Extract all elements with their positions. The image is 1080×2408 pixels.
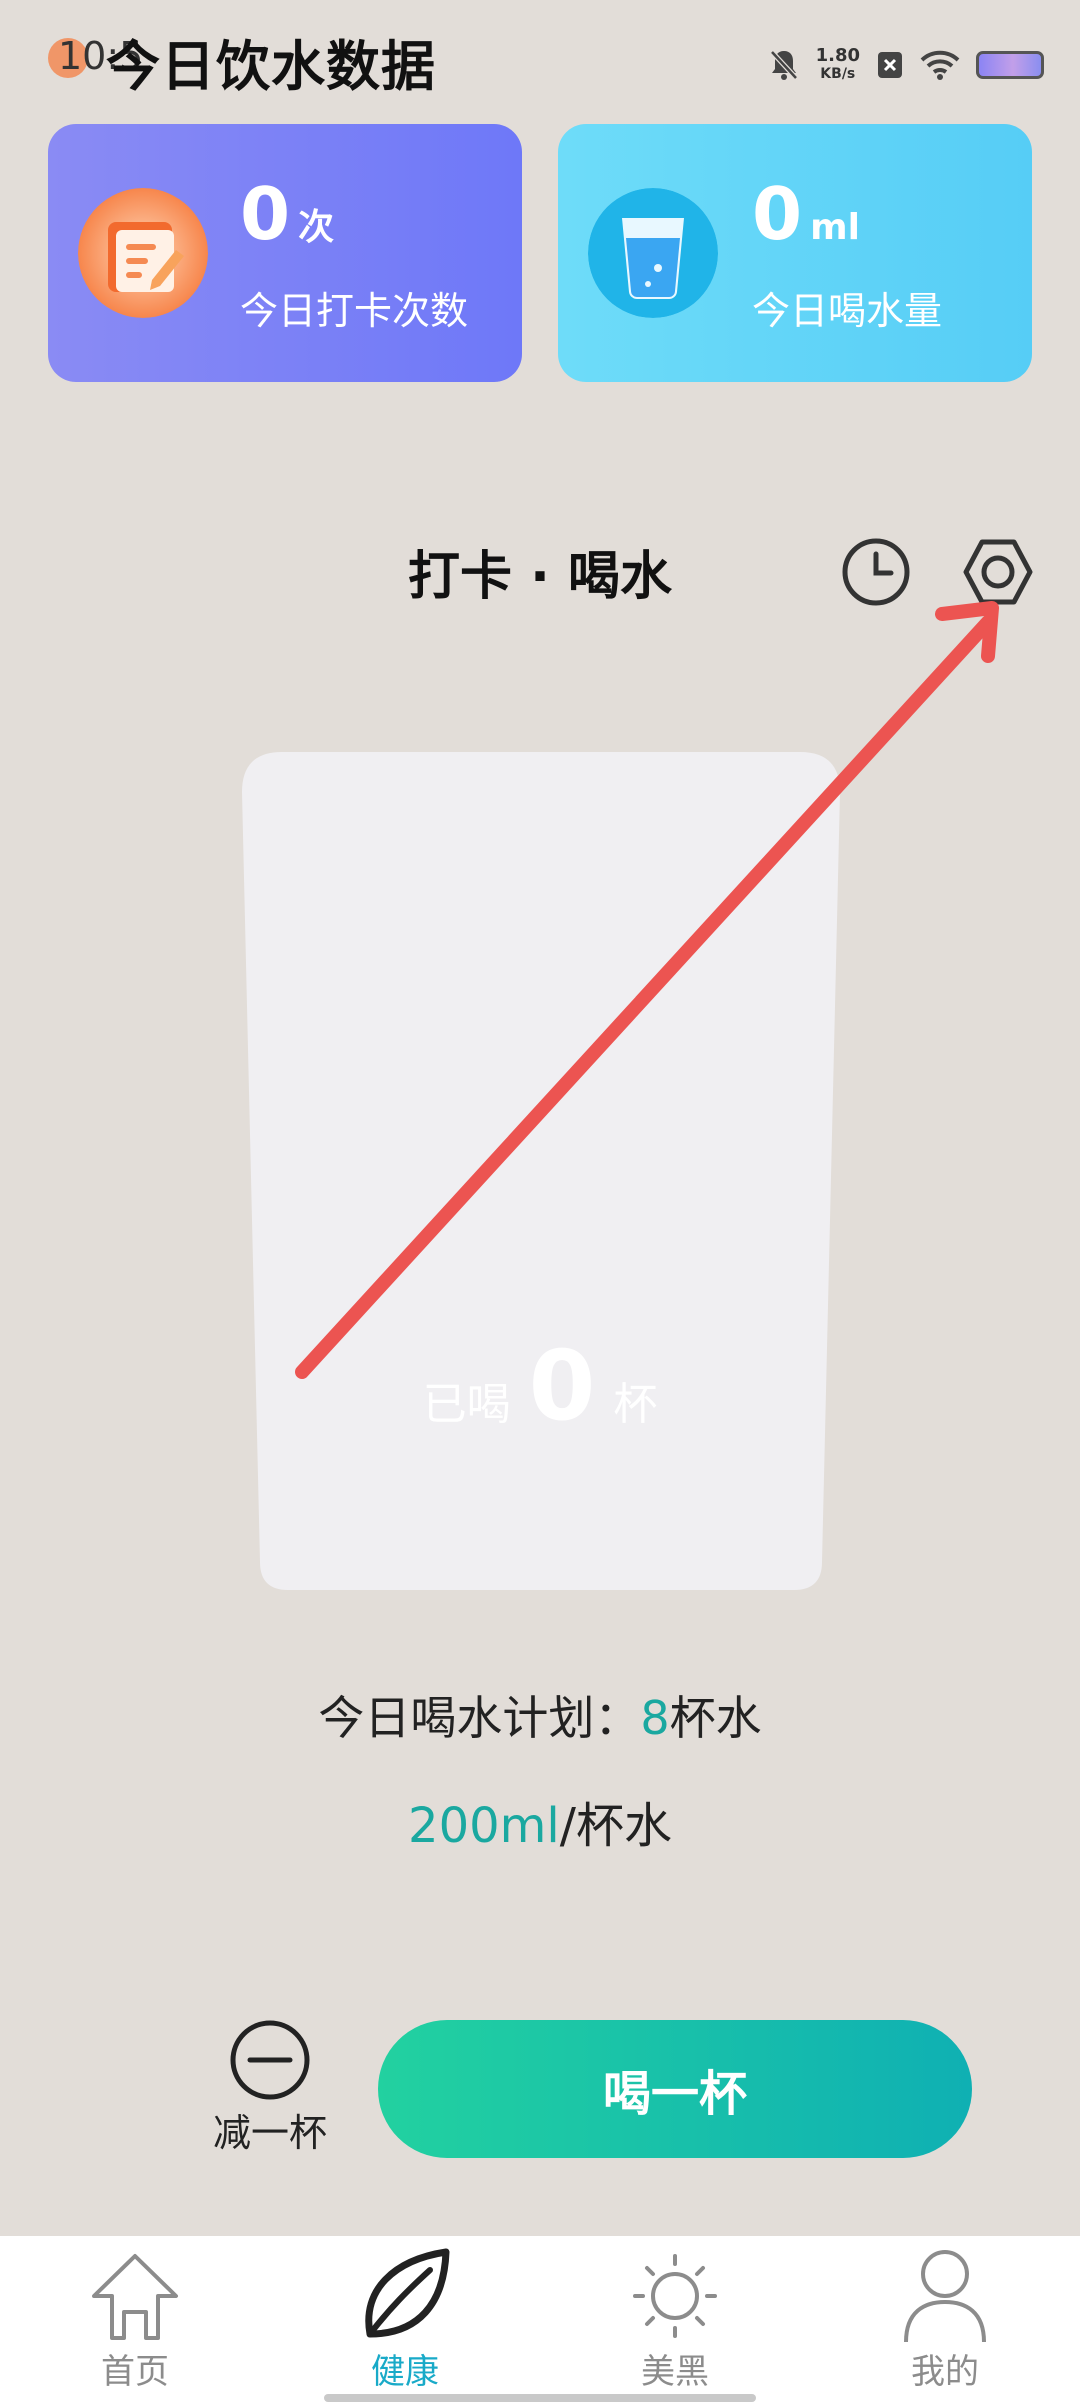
annotation-arrow: [295, 601, 999, 1379]
nav-label-me: 我的: [911, 2352, 979, 2392]
per-cup-unit: /杯水: [559, 1798, 672, 1854]
plan-cups: 8: [640, 1691, 670, 1745]
drink-one-cup-button[interactable]: 喝一杯: [378, 2020, 972, 2158]
page-title: 今日饮水数据: [106, 35, 436, 98]
nav-item-health[interactable]: 健康: [270, 2236, 540, 2408]
plan-label: 今日喝水计划：: [318, 1691, 641, 1745]
nav-label-health: 健康: [371, 2352, 439, 2392]
sun-icon: [633, 2254, 717, 2338]
minus-one-cup-button[interactable]: 减一杯: [205, 2018, 335, 2155]
plan-unit: 杯水: [669, 1691, 762, 1745]
person-icon: [904, 2250, 986, 2343]
nav-item-home[interactable]: 首页: [0, 2236, 270, 2408]
nav-item-me[interactable]: 我的: [810, 2236, 1080, 2408]
minus-circle-icon: [230, 2020, 310, 2100]
nav-label-tan: 美黑: [641, 2352, 709, 2392]
nav-label-home: 首页: [101, 2352, 169, 2392]
minus-one-cup-label: 减一杯: [212, 2111, 327, 2155]
per-cup-volume: 200ml/杯水: [0, 1786, 1080, 1856]
nav-item-tan[interactable]: 美黑: [540, 2236, 810, 2408]
home-icon: [92, 2254, 178, 2340]
leaf-icon: [365, 2248, 450, 2338]
home-indicator[interactable]: [324, 2394, 756, 2402]
drink-plan: 今日喝水计划：8杯水: [0, 1682, 1080, 1748]
per-cup-amount: 200ml: [408, 1798, 560, 1854]
bottom-nav: 首页 健康 美黑 我的: [0, 2236, 1080, 2408]
